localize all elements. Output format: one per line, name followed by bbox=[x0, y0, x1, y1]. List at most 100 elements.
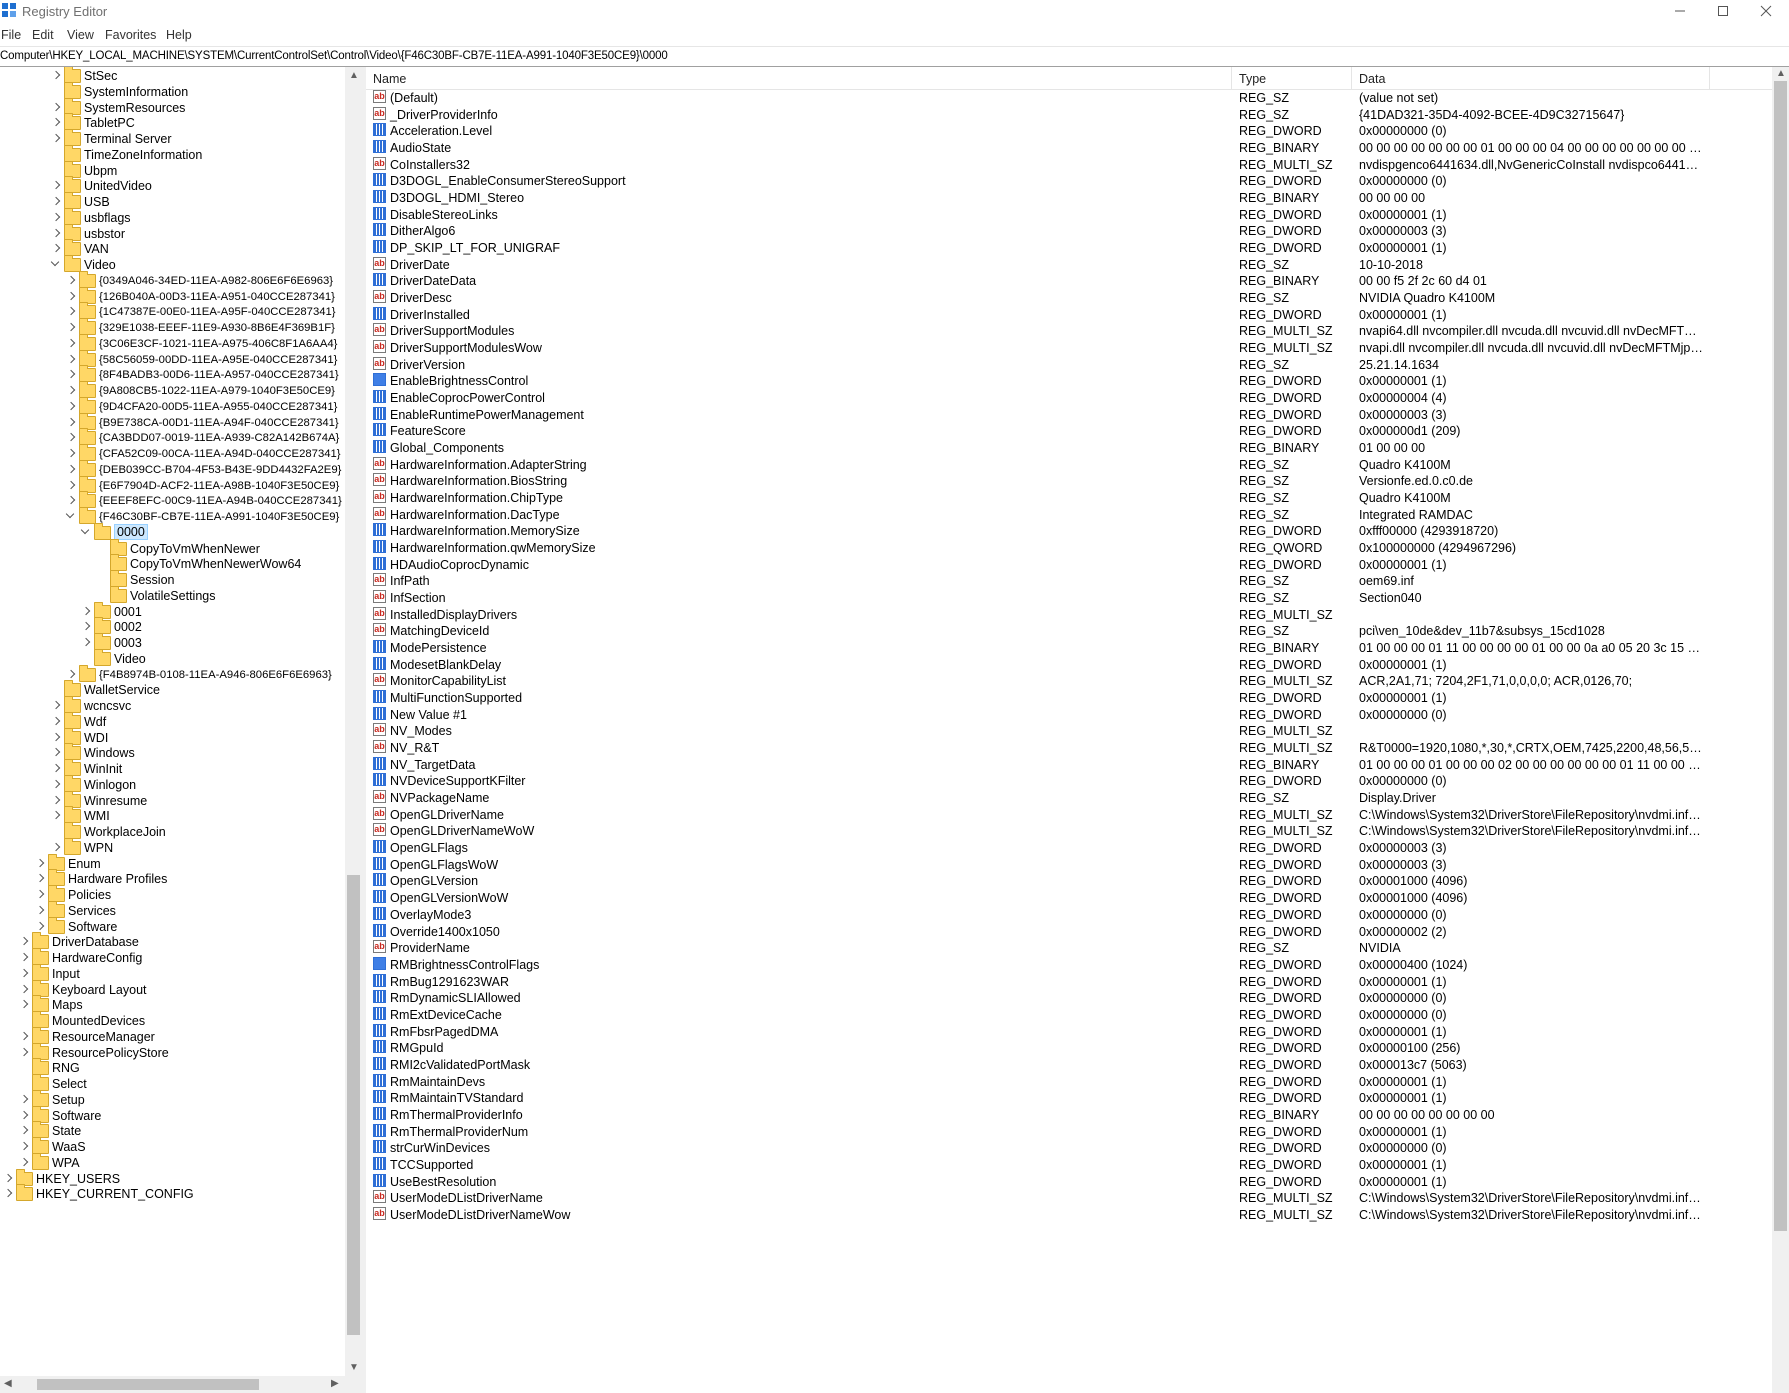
tree-node-label[interactable]: {CA3BDD07-0019-11EA-A939-C82A142B674A} bbox=[99, 432, 339, 444]
tree-node-label[interactable]: 0002 bbox=[114, 620, 142, 634]
menu-help[interactable]: Help bbox=[166, 28, 192, 42]
tree-node[interactable]: HKEY_CURRENT_CONFIG bbox=[0, 1184, 345, 1203]
tree-node-label[interactable]: USB bbox=[84, 195, 110, 209]
tree-node-label[interactable]: {F4B8974B-0108-11EA-A946-806E6F6E6963} bbox=[99, 669, 332, 681]
tree-node-label[interactable]: {F46C30BF-CB7E-11EA-A991-1040F3E50CE9} bbox=[99, 511, 339, 523]
tree-node-label[interactable]: {B9E738CA-00D1-11EA-A94F-040CCE287341} bbox=[99, 417, 339, 429]
tree-node-label[interactable]: {9D4CFA20-00D5-11EA-A955-040CCE287341} bbox=[99, 401, 337, 413]
tree-node-label[interactable]: WMI bbox=[84, 809, 110, 823]
column-name[interactable]: Name bbox=[373, 72, 406, 86]
tree-node-label[interactable]: SystemInformation bbox=[84, 85, 188, 99]
tree-node-label[interactable]: {E6F7904D-ACF2-11EA-A98B-1040F3E50CE9} bbox=[99, 480, 339, 492]
close-button[interactable] bbox=[1746, 0, 1786, 22]
tree-node-label[interactable]: ResourcePolicyStore bbox=[52, 1046, 169, 1060]
column-type[interactable]: Type bbox=[1239, 72, 1266, 86]
tree-node-label[interactable]: WorkplaceJoin bbox=[84, 825, 166, 839]
tree-node-label[interactable]: Windows bbox=[84, 746, 135, 760]
tree-node-label[interactable]: Select bbox=[52, 1077, 87, 1091]
tree-node-label[interactable]: State bbox=[52, 1124, 81, 1138]
tree-scroll-thumb[interactable] bbox=[347, 875, 360, 1335]
tree-node-label[interactable]: HardwareConfig bbox=[52, 951, 142, 965]
tree-node-label[interactable]: MountedDevices bbox=[52, 1014, 145, 1028]
tree-node-label[interactable]: {DEB039CC-B704-4F53-B43E-9DD4432FA2E9} bbox=[99, 464, 341, 476]
tree-node-label[interactable]: {1C47387E-00E0-11EA-A95F-040CCE287341} bbox=[99, 306, 336, 318]
column-data[interactable]: Data bbox=[1359, 72, 1385, 86]
scroll-down-icon[interactable]: ▼ bbox=[349, 1363, 359, 1373]
column-separator[interactable] bbox=[1351, 67, 1352, 89]
tree-node-label[interactable]: Software bbox=[52, 1109, 101, 1123]
tree-node-label[interactable]: 0003 bbox=[114, 636, 142, 650]
tree-node-label[interactable]: WinInit bbox=[84, 762, 122, 776]
tree-node-label[interactable]: DriverDatabase bbox=[52, 935, 139, 949]
tree-node-label[interactable]: ResourceManager bbox=[52, 1030, 155, 1044]
tree-node-label[interactable]: HKEY_USERS bbox=[36, 1172, 120, 1186]
tree-node-label[interactable]: CopyToVmWhenNewer bbox=[130, 542, 260, 556]
address-bar[interactable]: Computer\HKEY_LOCAL_MACHINE\SYSTEM\Curre… bbox=[0, 46, 1789, 67]
tree-node-label[interactable]: 0000 bbox=[114, 523, 148, 540]
tree-node-label[interactable]: WPA bbox=[52, 1156, 80, 1170]
tree-node-label[interactable]: TimeZoneInformation bbox=[84, 148, 202, 162]
menu-view[interactable]: View bbox=[67, 28, 94, 42]
tree-node-label[interactable]: {EEEF8EFC-00C9-11EA-A94B-040CCE287341} bbox=[99, 495, 342, 507]
scroll-up-icon[interactable]: ▲ bbox=[1776, 69, 1786, 79]
tree-node-label[interactable]: WPN bbox=[84, 841, 113, 855]
tree-node-label[interactable]: RNG bbox=[52, 1061, 80, 1075]
tree-node-label[interactable]: Winresume bbox=[84, 794, 147, 808]
tree-vertical-scrollbar[interactable]: ▲ ▼ bbox=[345, 67, 362, 1393]
tree-node-label[interactable]: {126B040A-00D3-11EA-A951-040CCE287341} bbox=[99, 291, 335, 303]
address-path[interactable]: Computer\HKEY_LOCAL_MACHINE\SYSTEM\Curre… bbox=[0, 50, 668, 62]
tree-node-label[interactable]: Terminal Server bbox=[84, 132, 172, 146]
tree-node-label[interactable]: {3C06E3CF-1021-11EA-A975-406C8F1A6AA4} bbox=[99, 338, 337, 350]
tree-node-label[interactable]: Session bbox=[130, 573, 174, 587]
tree-node-label[interactable]: StSec bbox=[84, 69, 117, 83]
tree-node-label[interactable]: Video bbox=[114, 652, 146, 666]
column-separator[interactable] bbox=[1709, 67, 1710, 89]
tree-node-label[interactable]: Input bbox=[52, 967, 80, 981]
tree-hscroll-thumb[interactable] bbox=[37, 1379, 259, 1390]
value-row[interactable]: ab UserModeDListDriverNameWow REG_MULTI_SZ… bbox=[366, 1205, 1772, 1224]
tree-node-label[interactable]: 0001 bbox=[114, 605, 142, 619]
tree-node-label[interactable]: WalletService bbox=[84, 683, 160, 697]
tree-node-label[interactable]: VolatileSettings bbox=[130, 589, 215, 603]
tree-node-label[interactable]: Policies bbox=[68, 888, 111, 902]
tree-node-label[interactable]: {CFA52C09-00CA-11EA-A94D-040CCE287341} bbox=[99, 448, 341, 460]
scroll-left-icon[interactable]: ◀ bbox=[4, 1379, 12, 1389]
key-tree[interactable]: StSec SystemInformation SystemResources Tab… bbox=[0, 67, 345, 1393]
tree-node-label[interactable]: Ubpm bbox=[84, 164, 117, 178]
list-vertical-scrollbar[interactable]: ▲ bbox=[1772, 67, 1789, 1393]
menu-edit[interactable]: Edit bbox=[32, 28, 54, 42]
minimize-button[interactable] bbox=[1660, 0, 1700, 22]
expand-chevron-icon[interactable] bbox=[4, 1185, 14, 1203]
tree-node-label[interactable]: Services bbox=[68, 904, 116, 918]
tree-node-label[interactable]: wcncsvc bbox=[84, 699, 131, 713]
menu-favorites[interactable]: Favorites bbox=[105, 28, 156, 42]
values-list[interactable]: Name Type Data ab (Default) REG_SZ (value n… bbox=[366, 67, 1772, 1393]
maximize-button[interactable] bbox=[1703, 0, 1743, 22]
tree-node-label[interactable]: {9A808CB5-1022-11EA-A979-1040F3E50CE9} bbox=[99, 385, 335, 397]
tree-node-label[interactable]: usbflags bbox=[84, 211, 131, 225]
tree-node-label[interactable]: {329E1038-EEEF-11E9-A930-8B6E4F369B1F} bbox=[99, 322, 335, 334]
tree-node-label[interactable]: {0349A046-34ED-11EA-A982-806E6F6E6963} bbox=[99, 275, 333, 287]
tree-horizontal-scrollbar[interactable]: ◀ ▶ bbox=[0, 1376, 345, 1393]
tree-node-label[interactable]: usbstor bbox=[84, 227, 125, 241]
tree-node-label[interactable]: {58C56059-00DD-11EA-A95E-040CCE287341} bbox=[99, 354, 337, 366]
scroll-right-icon[interactable]: ▶ bbox=[331, 1379, 339, 1389]
scroll-up-icon[interactable]: ▲ bbox=[349, 71, 359, 81]
tree-node-label[interactable]: Setup bbox=[52, 1093, 85, 1107]
tree-node-label[interactable]: Winlogon bbox=[84, 778, 136, 792]
tree-node-label[interactable]: Enum bbox=[68, 857, 101, 871]
column-separator[interactable] bbox=[1231, 67, 1232, 89]
tree-node-label[interactable]: WDI bbox=[84, 731, 108, 745]
tree-node-label[interactable]: Wdf bbox=[84, 715, 106, 729]
list-scroll-thumb[interactable] bbox=[1774, 81, 1787, 1231]
tree-node-label[interactable]: Keyboard Layout bbox=[52, 983, 147, 997]
menu-file[interactable]: File bbox=[1, 28, 21, 42]
tree-node-label[interactable]: Hardware Profiles bbox=[68, 872, 167, 886]
tree-node-label[interactable]: CopyToVmWhenNewerWow64 bbox=[130, 557, 301, 571]
tree-node-label[interactable]: Software bbox=[68, 920, 117, 934]
tree-node-label[interactable]: UnitedVideo bbox=[84, 179, 152, 193]
tree-node-label[interactable]: TabletPC bbox=[84, 116, 135, 130]
tree-node-label[interactable]: WaaS bbox=[52, 1140, 86, 1154]
tree-node-label[interactable]: HKEY_CURRENT_CONFIG bbox=[36, 1187, 194, 1201]
tree-node-label[interactable]: Video bbox=[84, 258, 116, 272]
